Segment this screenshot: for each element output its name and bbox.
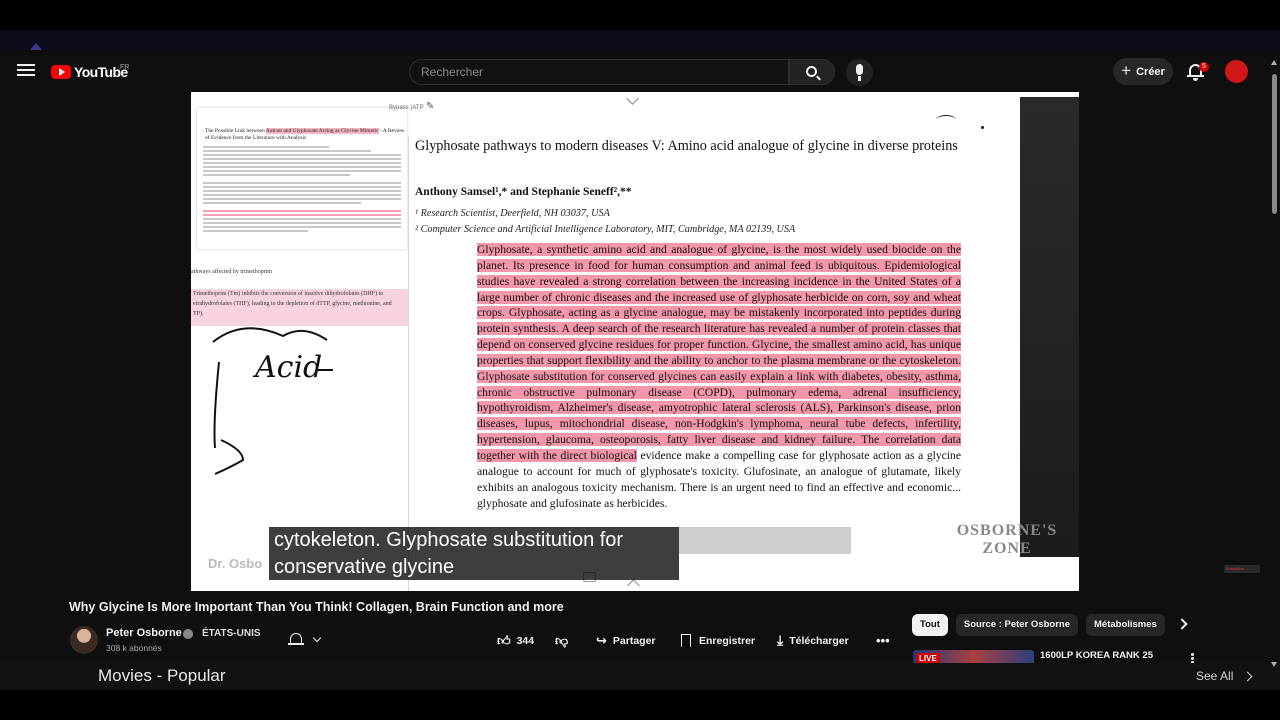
paper-authors: Anthony Samsel¹,* and Stephanie Seneff²,…	[415, 186, 632, 198]
scribble-dot	[981, 126, 984, 129]
search-button[interactable]	[789, 59, 835, 85]
tab-bar	[0, 30, 1280, 50]
more-actions-button[interactable]: •••	[876, 628, 896, 653]
paper-abstract: Glyphosate, a synthetic amino acid and a…	[477, 242, 961, 511]
share-icon: ↪	[596, 632, 607, 648]
search-input[interactable]	[410, 60, 788, 84]
pencil-icon: ✎	[426, 101, 435, 112]
voice-search-button[interactable]	[846, 59, 873, 86]
scroll-down-arrow-icon[interactable]	[1271, 662, 1277, 667]
subscribe-watermark[interactable]: Subscribe	[1224, 565, 1260, 573]
masthead: YouTube FR + Créer 5	[0, 52, 1280, 92]
side-gradient-panel	[1020, 97, 1079, 557]
menu-button[interactable]	[15, 61, 37, 83]
paper-affiliation-2: ² Computer Science and Artificial Intell…	[415, 224, 796, 235]
share-label: Partager	[612, 634, 656, 647]
chip-all[interactable]: Tout	[912, 614, 948, 636]
verified-icon	[183, 629, 193, 639]
caption-line-1: cytokeleton. Glyphosate substitution for	[274, 529, 624, 551]
share-button[interactable]: ↪ Partager	[596, 628, 656, 653]
youtube-logo[interactable]: YouTube	[51, 62, 128, 82]
chip-metabolism[interactable]: Métabolismes	[1086, 614, 1165, 636]
save-label: Enregistrer	[699, 634, 756, 647]
see-all-link[interactable]: See All	[1196, 669, 1233, 683]
channel-country: ÉTATS-UNIS	[202, 628, 261, 639]
document-divider	[408, 136, 409, 591]
like-count: 344	[516, 634, 535, 647]
video-player[interactable]: The Possible Link between Autism and Gly…	[191, 92, 1079, 591]
search-box	[409, 59, 789, 85]
page-scrollbar[interactable]	[1270, 60, 1278, 670]
subscriber-count: 308 k abonnés	[106, 643, 162, 653]
microphone-icon	[856, 64, 863, 75]
chevron-down-icon	[312, 633, 322, 643]
scroll-thumb[interactable]	[1272, 74, 1277, 214]
channel-avatar[interactable]	[70, 626, 98, 654]
pathways-label: athways affected by trimethoprim	[191, 269, 273, 275]
more-horizontal-icon: •••	[876, 633, 890, 648]
abstract-highlight: Glyphosate, a synthetic amino acid and a…	[477, 243, 961, 462]
highlighted-snippet: Trimethoprim (Tm) inhibits the conversio…	[191, 289, 409, 326]
scroll-up-arrow-icon[interactable]	[1271, 60, 1277, 65]
subscription-bell-button[interactable]	[283, 628, 329, 653]
account-avatar[interactable]	[1225, 60, 1248, 83]
paper-affiliation-1: ¹ Research Scientist, Deerfield, NH 0303…	[415, 208, 610, 219]
search-icon	[806, 66, 817, 77]
save-button[interactable]: Enregistrer	[681, 628, 755, 653]
paper-title: Glyphosate pathways to modern diseases V…	[415, 138, 958, 154]
shelf-title: Movies - Popular	[98, 666, 226, 685]
chevron-right-icon[interactable]	[1176, 618, 1188, 630]
doc-ref-text: Bypass (ATP	[389, 105, 424, 111]
presenter-watermark: Dr. Osbo	[208, 556, 263, 571]
plus-icon: +	[1121, 60, 1132, 80]
handwritten-notes: Acid	[212, 327, 333, 475]
region-code: FR	[120, 64, 130, 71]
thumbnail-paper-title: The Possible Link between Autism and Gly…	[205, 128, 405, 141]
channel-name[interactable]: Peter Osborne	[106, 627, 182, 639]
thumbs-down-icon: 👎︎	[555, 632, 569, 648]
closed-captions: cytokeleton. Glyphosate substitution for…	[269, 527, 851, 580]
create-label: Créer	[1136, 65, 1165, 78]
chevron-down-icon	[626, 92, 639, 105]
player-side-dark	[1079, 92, 1280, 591]
video-title: Why Glycine Is More Important Than You T…	[69, 600, 564, 614]
thumbnail-text-lines	[197, 144, 407, 234]
download-button[interactable]: ⤓ Télécharger	[777, 628, 849, 653]
caption-line-2: conservative glycine	[274, 556, 455, 578]
youtube-play-icon	[51, 65, 71, 79]
document-thumbnail: The Possible Link between Autism and Gly…	[197, 108, 407, 249]
thumbs-up-icon: 👍︎	[497, 632, 511, 648]
notification-badge: 5	[1199, 62, 1209, 72]
like-button[interactable]: 👍︎ 344	[497, 628, 534, 653]
bookmark-icon	[681, 634, 691, 647]
browser-top-strip	[0, 0, 1280, 50]
download-label: Télécharger	[789, 634, 849, 647]
handwriting-acid: Acid	[252, 350, 322, 385]
create-button[interactable]: + Créer	[1113, 58, 1173, 85]
chip-source[interactable]: Source : Peter Osborne	[955, 614, 1078, 636]
scribble-mark	[936, 115, 956, 125]
channel-watermark: OSBORNE'S ZONE	[956, 522, 1058, 557]
chevron-up-icon	[627, 579, 640, 591]
dislike-button[interactable]: 👎︎	[555, 628, 574, 653]
related-filter-chips: Tout Source : Peter Osborne Métabolismes	[912, 614, 1165, 636]
download-icon: ⤓	[777, 632, 784, 648]
bottom-bar	[0, 690, 1280, 720]
